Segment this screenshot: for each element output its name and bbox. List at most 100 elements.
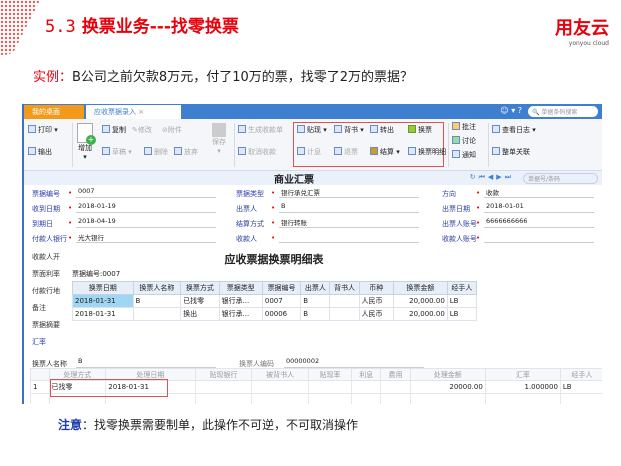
label: 保存 [212, 138, 226, 146]
label: 草稿 [112, 148, 126, 156]
delete-button[interactable]: 删除 [144, 147, 168, 157]
field-label: 收款人账号 [442, 235, 477, 243]
exchanger-code-field[interactable]: 00000002 [284, 357, 424, 368]
column-header[interactable]: 票据编号 [261, 281, 302, 295]
abandon-button[interactable]: 放弃 [174, 147, 198, 157]
cancel-receipt-button[interactable]: 取消收款 [238, 147, 276, 157]
exchange-detail-button[interactable]: 换票明细 [408, 147, 446, 157]
discuss-icon [452, 136, 460, 144]
notify-button[interactable]: 通知 [452, 150, 476, 160]
edit-button[interactable]: ✎修改 [132, 125, 152, 135]
label: 批注 [462, 123, 476, 131]
discuss-button[interactable]: 讨论 [452, 136, 476, 146]
field-value[interactable]: 光大银行 [76, 232, 216, 243]
export-icon [28, 147, 36, 155]
toolbar: 打印 ▾ 输出 + 增加 ▾ 复制 ✎修改 ⊘附件 草稿 ▾ 删除 放弃 保存 ▾ 生… [24, 119, 602, 171]
refresh-icon[interactable]: ↻ [470, 173, 479, 181]
label: 结算 [380, 148, 394, 156]
tab-receivable-entry[interactable]: 应收票据录入 × [86, 105, 181, 119]
table-cell [329, 307, 360, 321]
field-value[interactable]: 2018-01-01 [484, 202, 594, 213]
column-header[interactable]: 贴现银行 [194, 368, 253, 381]
exchange-button[interactable]: 换票 [408, 125, 432, 135]
column-header[interactable]: 经手人 [446, 281, 478, 295]
column-header[interactable]: 费用 [380, 368, 411, 381]
annotate-button[interactable]: 批注 [452, 122, 476, 132]
field-value[interactable]: 2018-04-19 [76, 217, 216, 228]
field-value[interactable]: 银行转账 [279, 217, 419, 228]
column-header[interactable] [30, 368, 50, 381]
column-header[interactable]: 票据类型 [218, 281, 263, 295]
doc-number-search[interactable]: 单据号/条码 [523, 173, 598, 184]
export-button[interactable]: 输出 [28, 147, 52, 157]
view-log-button[interactable]: 查看日志 ▾ [492, 125, 536, 135]
column-header[interactable]: 利息 [351, 368, 382, 381]
printer-icon [28, 125, 36, 133]
first-icon[interactable]: ⏮ [479, 173, 488, 181]
help-icon[interactable]: ? [518, 106, 522, 115]
annotate-icon [452, 122, 460, 130]
exchanger-name-field[interactable]: B [76, 357, 216, 368]
field-label: 付款人银行 [32, 235, 67, 243]
table-cell [132, 307, 182, 321]
user-icon[interactable]: ☺ [500, 106, 508, 115]
placeholder: 单据号/条码 [528, 176, 561, 183]
popup-bill-no: 票据编号:0007 [72, 270, 121, 278]
table-row[interactable]: 2018-01-31 换出 银行承... 00006 B 人民币 20,000.00 LB [72, 307, 478, 321]
column-header[interactable]: 背书人 [329, 281, 360, 295]
note-text: ：找零换票需要制单，此操作不可逆，不可取消操作 [82, 418, 359, 432]
field-value[interactable] [279, 232, 419, 243]
field-value[interactable]: 0007 [76, 187, 216, 198]
transfer-icon [370, 125, 378, 133]
abandon-icon [174, 147, 182, 155]
column-header[interactable]: 汇率 [484, 368, 561, 381]
label: 讨论 [462, 137, 476, 145]
column-header[interactable]: 出票人 [300, 281, 331, 295]
column-header[interactable]: 换票日期 [72, 281, 134, 295]
tab-label: 应收票据录入 [94, 108, 136, 116]
field-value[interactable]: 收款 [484, 187, 594, 198]
return-button[interactable]: 退票 [334, 147, 358, 157]
add-button[interactable]: + 增加 ▾ [77, 123, 96, 161]
print-button[interactable]: 打印 ▾ [28, 125, 58, 135]
draft-button[interactable]: 草稿 ▾ [102, 147, 132, 157]
table-cell [329, 294, 360, 308]
discount-button[interactable]: 贴现 ▾ [297, 125, 327, 135]
column-header[interactable]: 处理金额 [409, 368, 486, 381]
column-header[interactable]: 换票方式 [180, 281, 220, 295]
field-value[interactable]: B [279, 202, 419, 213]
column-header[interactable]: 币种 [358, 281, 394, 295]
chevron-down-icon[interactable]: ▾ [511, 106, 515, 115]
attach-button[interactable]: ⊘附件 [162, 125, 182, 135]
field-value[interactable] [484, 232, 594, 243]
column-header[interactable]: 经手人 [559, 368, 602, 381]
label: 转出 [380, 126, 394, 134]
last-icon[interactable]: ⏭ [505, 173, 514, 181]
search-input[interactable]: 🔍 单据条码搜索 [528, 106, 598, 117]
table-row[interactable]: 2018-01-31 B 已找零 银行承... 0007 B 人民币 20,000.00 LB [72, 294, 478, 308]
field-value[interactable]: 6666666666 [484, 217, 594, 228]
save-icon [212, 123, 226, 137]
column-header[interactable]: 被背书人 [251, 368, 310, 381]
interest-button[interactable]: 计息 [297, 147, 321, 157]
field-value[interactable]: 2018-01-19 [76, 202, 216, 213]
doc-link-button[interactable]: 整单关联 [492, 147, 530, 157]
generate-receipt-button[interactable]: 生成收款单 [238, 125, 283, 135]
field-value[interactable]: 银行承兑汇票 [279, 187, 419, 198]
close-icon[interactable]: × [138, 108, 144, 116]
column-header[interactable]: 贴现率 [308, 368, 353, 381]
column-header[interactable]: 换票金额 [392, 281, 448, 295]
tab-desktop[interactable]: 我的桌面 [24, 105, 84, 119]
next-icon[interactable]: ▶ [496, 173, 504, 181]
copy-button[interactable]: 复制 [102, 125, 126, 135]
save-button[interactable]: 保存 ▾ [212, 123, 226, 155]
table-cell: 20000.00 [409, 380, 486, 394]
highlight-box [50, 379, 168, 397]
column-header[interactable]: 换票人名称 [132, 281, 182, 295]
label: 删除 [154, 148, 168, 156]
field-label: 到期日 [32, 220, 53, 228]
settle-button[interactable]: 结算 ▾ [370, 147, 400, 157]
transfer-out-button[interactable]: 转出 [370, 125, 394, 135]
endorse-button[interactable]: 背书 ▾ [334, 125, 364, 135]
label: 复制 [112, 126, 126, 134]
